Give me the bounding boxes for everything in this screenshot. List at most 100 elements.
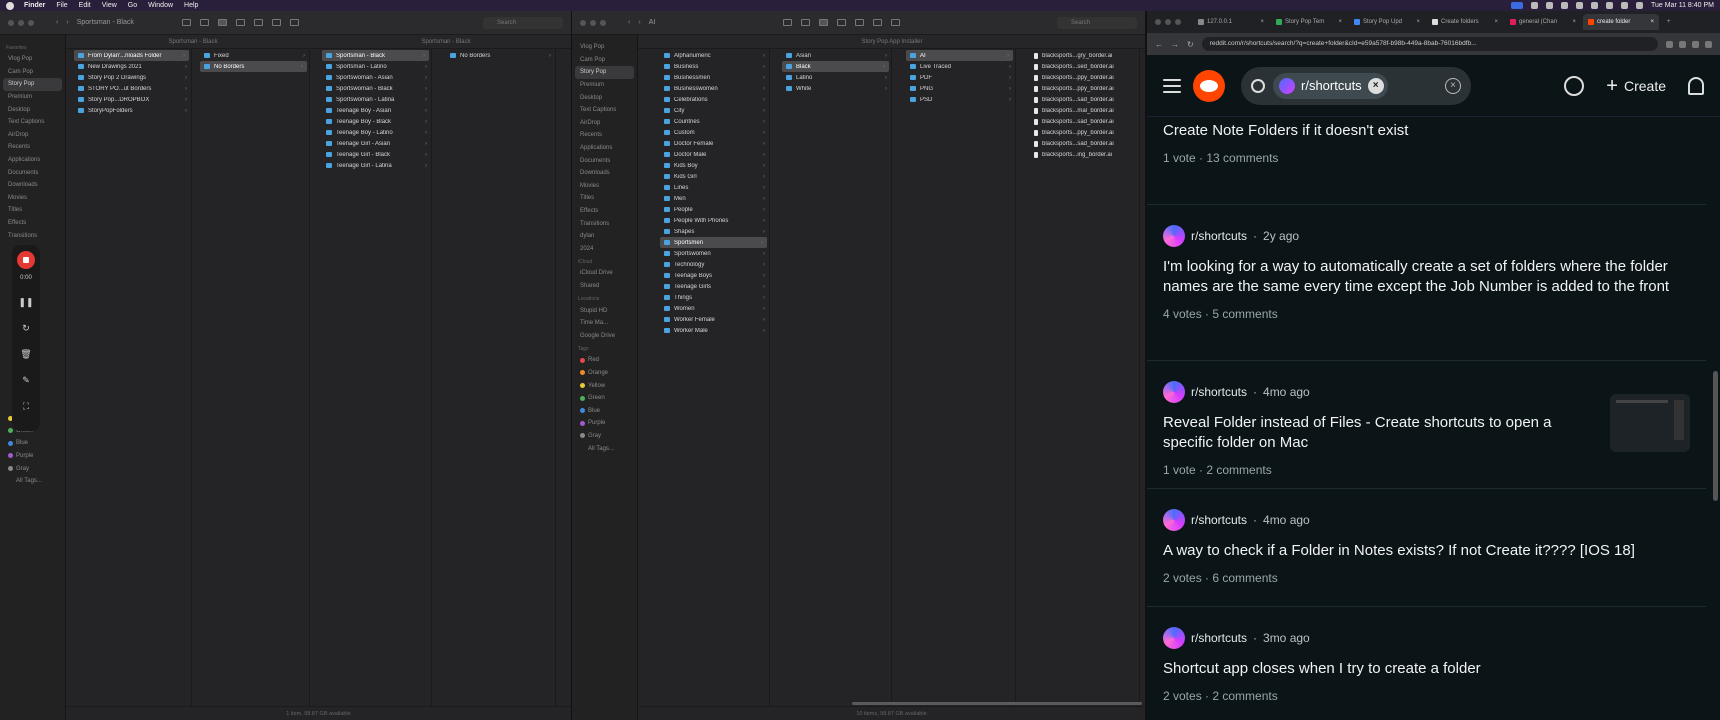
menu-view[interactable]: View bbox=[102, 2, 117, 9]
sidebar-tag-item[interactable]: Gray bbox=[572, 430, 637, 443]
folder-row[interactable]: Business › bbox=[658, 61, 769, 72]
folder-row[interactable]: Doctor Female › bbox=[658, 138, 769, 149]
sidebar-tag-item[interactable]: Purple bbox=[0, 450, 65, 463]
search-result-post[interactable]: r/shortcuts · 4mo ago A way to check if a F… bbox=[1147, 489, 1706, 607]
extension-icon[interactable] bbox=[1666, 40, 1673, 48]
column-view-icon[interactable] bbox=[217, 19, 227, 26]
file-row[interactable]: blacksports...sed_border.ai bbox=[1028, 61, 1139, 72]
wifi-icon[interactable] bbox=[1590, 2, 1598, 9]
folder-row[interactable]: Teenage Girl - Latina › bbox=[320, 160, 431, 171]
sidebar-item[interactable]: Story Pop bbox=[3, 78, 62, 91]
sidebar-item[interactable]: Shared bbox=[572, 280, 637, 293]
close-tab-icon[interactable]: × bbox=[1260, 19, 1264, 25]
file-row[interactable]: blacksports...mal_border.ai bbox=[1028, 105, 1139, 116]
folder-row[interactable]: White › bbox=[780, 83, 891, 94]
menu-go[interactable]: Go bbox=[128, 2, 137, 9]
zoom-button[interactable] bbox=[28, 19, 34, 26]
share-icon[interactable] bbox=[253, 19, 263, 26]
sidebar-item[interactable]: Recents bbox=[572, 129, 637, 142]
folder-row[interactable]: City › bbox=[658, 105, 769, 116]
subreddit-link[interactable]: r/shortcuts bbox=[1191, 631, 1247, 645]
menu-icon[interactable] bbox=[1163, 78, 1181, 93]
forward-icon[interactable]: › bbox=[66, 19, 68, 26]
sidebar-item[interactable]: iCloud Drive bbox=[572, 267, 637, 280]
clear-search-icon[interactable]: × bbox=[1445, 77, 1461, 94]
comment-count[interactable]: 2 comments bbox=[1206, 463, 1271, 477]
control-center-icon[interactable] bbox=[1635, 2, 1643, 9]
menu-edit[interactable]: Edit bbox=[79, 2, 91, 9]
folder-row[interactable]: Sportsmen › bbox=[660, 237, 767, 248]
comment-count[interactable]: 6 comments bbox=[1212, 571, 1277, 585]
tag-icon[interactable] bbox=[873, 19, 883, 26]
apple-icon[interactable] bbox=[6, 1, 14, 10]
comment-count[interactable]: 2 comments bbox=[1212, 689, 1277, 703]
folder-row[interactable]: Shapes › bbox=[658, 226, 769, 237]
post-thumbnail[interactable] bbox=[1610, 394, 1690, 452]
folder-row[interactable]: Things › bbox=[658, 292, 769, 303]
folder-row[interactable]: Sportsman - Latino › bbox=[320, 61, 431, 72]
sidebar-item[interactable]: Documents bbox=[0, 166, 65, 179]
sidebar-item[interactable]: Vlog Pop bbox=[0, 53, 65, 66]
close-button[interactable] bbox=[1155, 19, 1161, 25]
more-icon[interactable] bbox=[891, 19, 901, 26]
folder-row[interactable]: New Drawings 2021 › bbox=[72, 61, 191, 72]
file-row[interactable]: blacksports...ppy_border.ai bbox=[1028, 72, 1139, 83]
sidebar-item[interactable]: Transitions bbox=[0, 229, 65, 242]
folder-row[interactable]: Countries › bbox=[658, 116, 769, 127]
search-bar[interactable]: r/shortcuts × × bbox=[1241, 66, 1471, 105]
close-tab-icon[interactable]: × bbox=[1572, 19, 1576, 25]
browser-tab[interactable]: Story Pop Upd × bbox=[1349, 14, 1425, 30]
file-row[interactable]: blacksports...gry_border.ai bbox=[1028, 50, 1139, 61]
post-title[interactable]: I'm looking for a way to automatically c… bbox=[1163, 257, 1690, 297]
file-row[interactable]: blacksports...sad_border.ai bbox=[1028, 116, 1139, 127]
sidebar-item[interactable]: Titles bbox=[0, 204, 65, 217]
chat-icon[interactable] bbox=[1564, 75, 1585, 96]
share-icon[interactable] bbox=[855, 19, 865, 26]
sidebar-tag-item[interactable]: Green bbox=[572, 392, 637, 405]
sidebar-item[interactable]: Applications bbox=[572, 142, 637, 155]
pen-icon[interactable]: ✎ bbox=[22, 367, 30, 393]
folder-row[interactable]: Latino › bbox=[780, 72, 891, 83]
new-tab-icon[interactable]: + bbox=[1667, 19, 1671, 25]
browser-tab[interactable]: 127.0.0.1 × bbox=[1193, 14, 1269, 30]
browser-tab[interactable]: Create folders × bbox=[1427, 14, 1503, 30]
post-title[interactable]: Shortcut app closes when I try to create… bbox=[1163, 659, 1690, 679]
status-icon[interactable] bbox=[1530, 2, 1538, 9]
sidebar-item[interactable]: Vlog Pop bbox=[572, 41, 637, 54]
comment-count[interactable]: 5 comments bbox=[1212, 307, 1277, 321]
back-icon[interactable]: ‹ bbox=[56, 19, 58, 26]
browser-tab[interactable]: general (Chan × bbox=[1505, 14, 1581, 30]
folder-row[interactable]: Teenage Boy - Black › bbox=[320, 116, 431, 127]
forward-icon[interactable]: › bbox=[638, 19, 640, 26]
profile-icon[interactable] bbox=[1705, 40, 1712, 48]
search-input[interactable]: Search bbox=[1057, 16, 1137, 29]
sidebar-item[interactable]: Transitions bbox=[572, 217, 637, 230]
post-title[interactable]: Reveal Folder instead of Files - Create … bbox=[1163, 413, 1603, 453]
search-icon[interactable] bbox=[1620, 2, 1628, 9]
subreddit-link[interactable]: r/shortcuts bbox=[1191, 229, 1247, 243]
horizontal-scrollbar[interactable] bbox=[852, 702, 1142, 705]
folder-row[interactable]: Kids Boy › bbox=[658, 160, 769, 171]
close-tab-icon[interactable]: × bbox=[1338, 19, 1342, 25]
folder-row[interactable]: Women › bbox=[658, 303, 769, 314]
folder-row[interactable]: Teenage Boy - Asian › bbox=[320, 105, 431, 116]
sidebar-tag-item[interactable]: Blue bbox=[0, 437, 65, 450]
list-view-icon[interactable] bbox=[199, 19, 209, 26]
remove-filter-icon[interactable]: × bbox=[1367, 77, 1384, 94]
column-view-icon[interactable] bbox=[819, 19, 829, 26]
close-tab-icon[interactable]: × bbox=[1494, 19, 1498, 25]
folder-row[interactable]: Live Traced › bbox=[904, 61, 1015, 72]
menu-help[interactable]: Help bbox=[184, 2, 198, 9]
folder-row[interactable]: Businesswomen › bbox=[658, 83, 769, 94]
sidebar-tag-item[interactable]: All Tags... bbox=[572, 442, 637, 455]
trash-icon[interactable]: 🗑 bbox=[20, 341, 31, 367]
menu-window[interactable]: Window bbox=[148, 2, 173, 9]
folder-row[interactable]: Alphanumeric › bbox=[658, 50, 769, 61]
folder-row[interactable]: Sportswoman - Black › bbox=[320, 83, 431, 94]
file-row[interactable]: blacksports...ppy_border.ai bbox=[1028, 83, 1139, 94]
sidebar-item[interactable]: dylan bbox=[572, 230, 637, 243]
folder-row[interactable]: StoryPopFolders › bbox=[72, 105, 191, 116]
folder-row[interactable]: Teenage Girl - Black › bbox=[320, 149, 431, 160]
folder-row[interactable]: PNG › bbox=[904, 83, 1015, 94]
folder-row[interactable]: Sportsman - Black › bbox=[322, 50, 429, 61]
